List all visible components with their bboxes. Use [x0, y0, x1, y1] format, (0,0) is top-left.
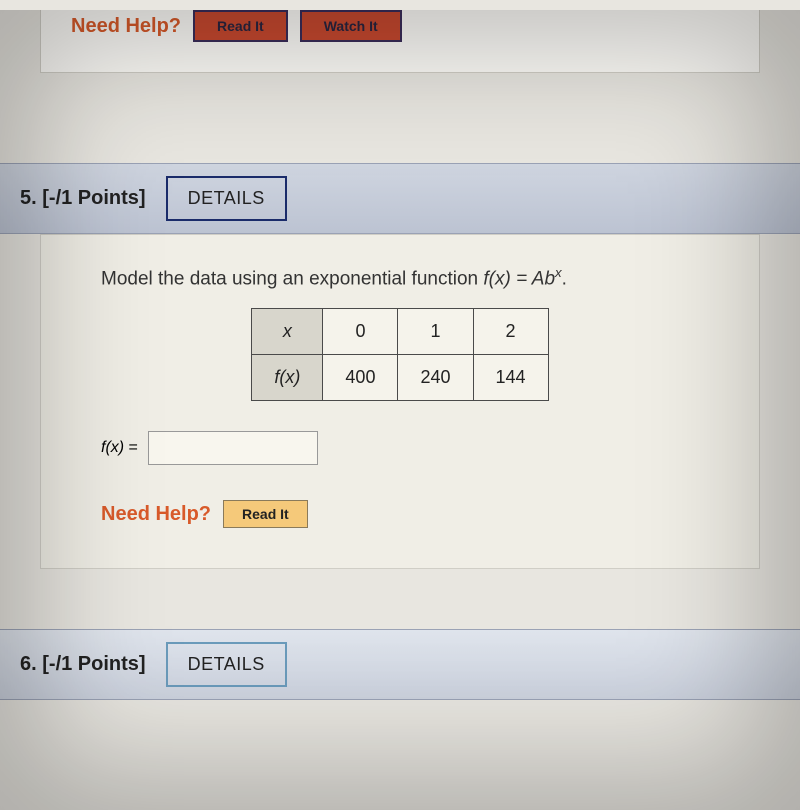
watch-it-button[interactable]: Watch It	[300, 10, 402, 42]
question-number: 5. [-/1 Points]	[20, 187, 146, 210]
need-help-row: Need Help? Read It	[101, 500, 699, 528]
read-it-button[interactable]: Read It	[223, 500, 308, 528]
table-row: x 0 1 2	[252, 309, 548, 355]
table-cell: 240	[398, 355, 473, 401]
details-button[interactable]: DETAILS	[166, 176, 287, 221]
table-cell: 2	[473, 309, 548, 355]
table-header-fx: f(x)	[252, 355, 323, 401]
problem-statement: Model the data using an exponential func…	[101, 265, 699, 290]
table-cell: 1	[398, 309, 473, 355]
read-it-button[interactable]: Read It	[193, 10, 288, 42]
answer-input[interactable]	[148, 431, 318, 465]
need-help-label: Need Help?	[71, 15, 181, 38]
table-header-x: x	[252, 309, 323, 355]
question-number: 6. [-/1 Points]	[20, 653, 146, 676]
table-cell: 400	[323, 355, 398, 401]
data-table: x 0 1 2 f(x) 400 240 144	[251, 308, 548, 401]
answer-row: f(x) =	[101, 431, 699, 465]
question-6-header: 6. [-/1 Points] DETAILS	[0, 629, 800, 700]
table-row: f(x) 400 240 144	[252, 355, 548, 401]
details-button[interactable]: DETAILS	[166, 642, 287, 687]
need-help-label: Need Help?	[101, 503, 211, 526]
question-5-body: Model the data using an exponential func…	[40, 234, 760, 569]
table-cell: 0	[323, 309, 398, 355]
table-cell: 144	[473, 355, 548, 401]
need-help-row: Need Help? Read It Watch It	[71, 10, 729, 42]
answer-label: f(x) =	[101, 439, 138, 457]
question-5-header: 5. [-/1 Points] DETAILS	[0, 163, 800, 234]
question-4-partial: Need Help? Read It Watch It	[40, 10, 760, 73]
